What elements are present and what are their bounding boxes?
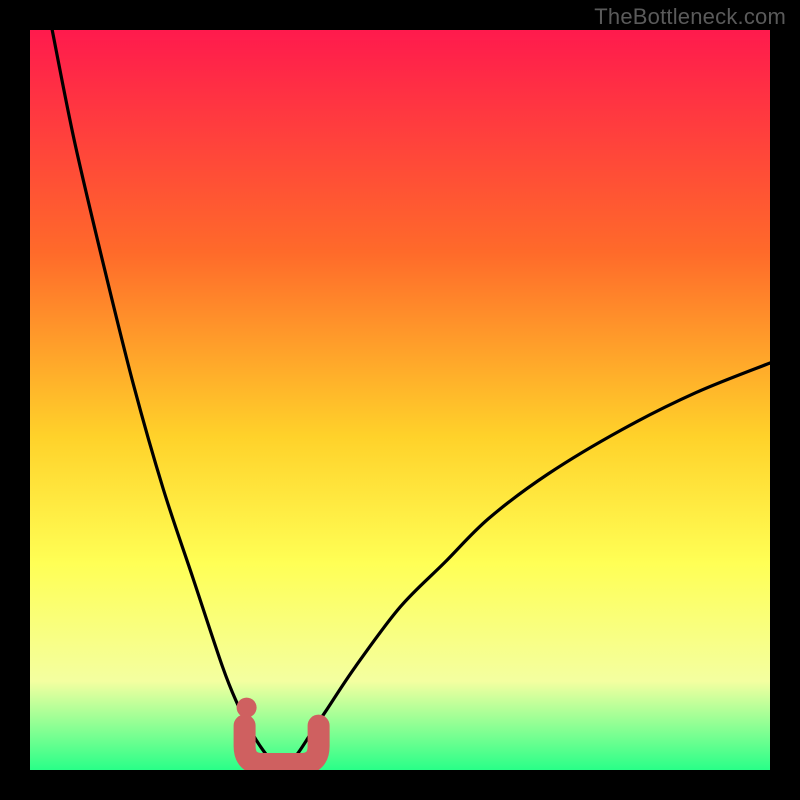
watermark-text: TheBottleneck.com: [594, 4, 786, 30]
chart-frame: { "watermark": "TheBottleneck.com", "col…: [0, 0, 800, 800]
bottleneck-chart: [0, 0, 800, 800]
gradient-plot-area: [30, 30, 770, 770]
optimal-region-dot: [237, 698, 257, 718]
